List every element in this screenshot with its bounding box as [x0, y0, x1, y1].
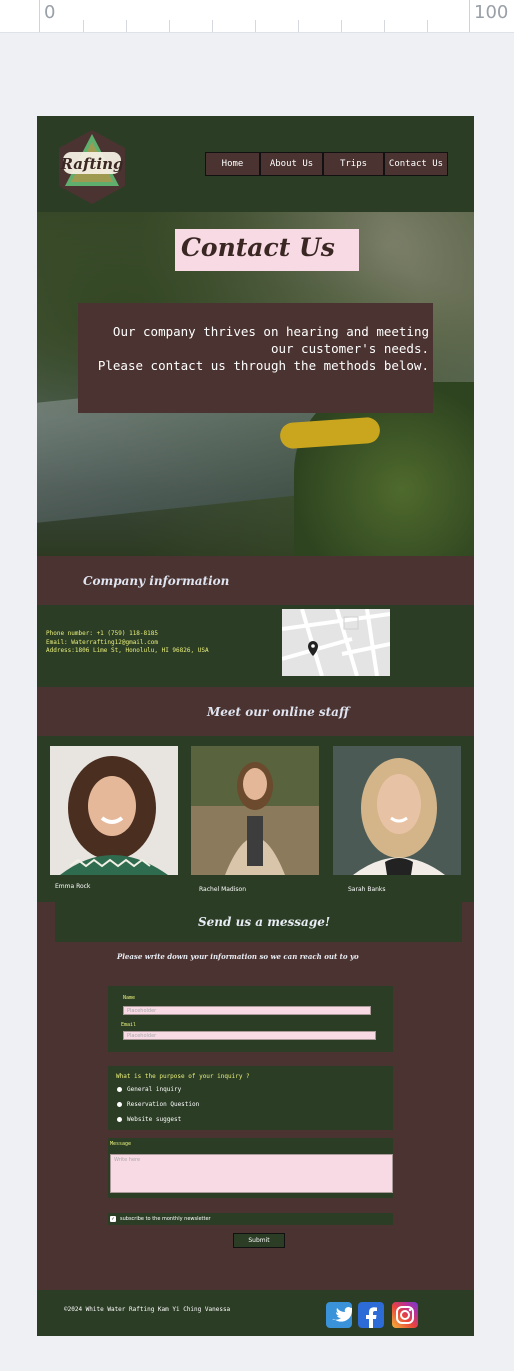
ruler-tick [169, 20, 170, 32]
staff-band: Meet our online staff [37, 687, 474, 736]
company-email[interactable]: Email: Waterrafting12@gmail.com [46, 639, 158, 646]
message-section: Send us a message! Please write down you… [37, 800, 474, 1290]
company-info-band: Company information [37, 556, 474, 605]
ruler-tick [341, 20, 342, 32]
name-input[interactable]: Placeholder [123, 1006, 371, 1015]
facebook-icon[interactable] [358, 1302, 384, 1328]
option-reservation-question[interactable]: Reservation Question [127, 1101, 199, 1108]
ruler-tick [83, 20, 84, 32]
nav-trips[interactable]: Trips [323, 152, 384, 176]
intro-message: Our company thrives on hearing and meeti… [98, 323, 429, 374]
contact-fields-box: Name Placeholder Email Placeholder [108, 986, 393, 1052]
copyright-text: ©2024 White Water Rafting Kam Yi Ching V… [64, 1306, 231, 1313]
intro-line-2: our customer's needs. [270, 341, 429, 356]
ruler-line-right [469, 0, 470, 32]
site-footer: ©2024 White Water Rafting Kam Yi Ching V… [37, 1290, 474, 1336]
main-nav: Home About Us Trips Contact Us [205, 152, 448, 176]
submit-button[interactable]: Submit [233, 1233, 285, 1248]
nav-home[interactable]: Home [205, 152, 260, 176]
message-heading-box: Send us a message! [55, 902, 462, 942]
intro-line-1: Our company thrives on hearing and meeti… [112, 324, 429, 339]
ruler-line-left [39, 0, 40, 32]
company-contact-details: Phone number: +1 (759) 118-8185 Email: W… [46, 630, 209, 656]
ruler-tick [212, 20, 213, 32]
top-ruler: 0 100 [0, 0, 514, 33]
newsletter-label[interactable]: subscribe to the monthly newsletter [120, 1216, 211, 1222]
company-info-heading: Company information [83, 574, 230, 588]
newsletter-box: ✓ subscribe to the monthly newsletter [108, 1213, 393, 1225]
twitter-icon[interactable] [326, 1302, 354, 1328]
radio-website-suggest[interactable] [117, 1117, 122, 1122]
intro-line-3: Please contact us through the methods be… [97, 358, 429, 373]
ruler-tick [384, 20, 385, 32]
ruler-label-left: 0 [44, 2, 56, 23]
message-subheading: Please write down your information so we… [117, 952, 359, 961]
nav-contact-us[interactable]: Contact Us [384, 152, 448, 176]
page-title: Contact Us [181, 233, 335, 262]
option-general-inquiry[interactable]: General inquiry [127, 1086, 181, 1093]
purpose-question: What is the purpose of your inquiry ? [116, 1073, 250, 1080]
company-address: Address:1806 Lime St, Honolulu, HI 96826… [46, 647, 209, 654]
rafting-logo[interactable]: Rafting [55, 128, 129, 206]
staff-heading: Meet our online staff [207, 705, 349, 719]
page-title-box: Contact Us [175, 229, 359, 271]
ruler-tick [255, 20, 256, 32]
message-textarea[interactable]: Write here [110, 1154, 393, 1193]
location-map[interactable] [282, 609, 390, 676]
radio-reservation-question[interactable] [117, 1102, 122, 1107]
purpose-box: What is the purpose of your inquiry ? Ge… [108, 1066, 393, 1130]
logo-text: Rafting [59, 155, 123, 173]
hero-section: Contact Us Our company thrives on hearin… [37, 212, 474, 556]
message-label: Message [110, 1141, 132, 1147]
ruler-tick [298, 20, 299, 32]
message-box: Message Write here [108, 1138, 393, 1198]
company-info-section: Phone number: +1 (759) 118-8185 Email: W… [37, 605, 474, 687]
ruler-tick [427, 20, 428, 32]
nav-about-us[interactable]: About Us [260, 152, 323, 176]
email-label: Email [121, 1022, 137, 1028]
option-website-suggest[interactable]: Website suggest [127, 1116, 181, 1123]
email-input[interactable]: Placeholder [123, 1031, 376, 1040]
webpage: Rafting Home About Us Trips Contact Us C… [37, 116, 474, 1336]
radio-general-inquiry[interactable] [117, 1087, 122, 1092]
message-heading: Send us a message! [198, 915, 331, 929]
name-label: Name [123, 995, 136, 1001]
company-phone: Phone number: +1 (759) 118-8185 [46, 630, 158, 637]
site-header: Rafting Home About Us Trips Contact Us [37, 116, 474, 212]
intro-message-box: Our company thrives on hearing and meeti… [78, 303, 433, 413]
newsletter-checkbox[interactable]: ✓ [110, 1216, 116, 1222]
instagram-icon[interactable] [392, 1302, 418, 1328]
ruler-label-right: 100 [474, 2, 509, 23]
ruler-tick [126, 20, 127, 32]
